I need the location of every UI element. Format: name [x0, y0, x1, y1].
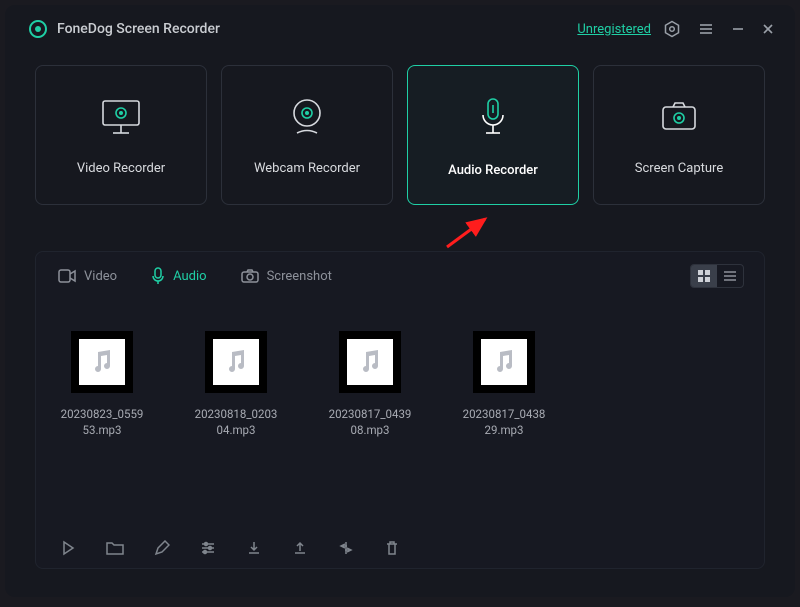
tab-screenshot[interactable]: Screenshot	[241, 269, 332, 284]
list-icon	[723, 269, 737, 283]
mode-label: Audio Recorder	[448, 163, 538, 178]
file-name: 20230818_0203 04.mp3	[195, 407, 278, 438]
webcam-icon	[283, 95, 331, 139]
file-thumbnail	[339, 331, 401, 393]
file-item[interactable]: 20230818_0203 04.mp3	[188, 331, 284, 438]
mic-small-icon	[151, 267, 165, 285]
mode-label: Screen Capture	[635, 161, 723, 176]
grid-icon	[697, 269, 711, 283]
library-panel: Video Audio Screenshot	[35, 251, 765, 569]
mode-video-recorder[interactable]: Video Recorder	[35, 65, 207, 205]
window-controls	[663, 20, 775, 38]
tab-audio[interactable]: Audio	[151, 267, 206, 285]
file-thumbnail	[205, 331, 267, 393]
mode-selector: Video Recorder Webcam Recorder Audio Rec…	[5, 53, 795, 205]
file-item[interactable]: 20230817_0439 08.mp3	[322, 331, 418, 438]
titlebar: FoneDog Screen Recorder Unregistered	[5, 5, 795, 53]
minimize-button[interactable]	[731, 22, 745, 36]
mode-webcam-recorder[interactable]: Webcam Recorder	[221, 65, 393, 205]
edit-icon[interactable]	[154, 540, 170, 556]
download-icon[interactable]	[246, 540, 262, 556]
camera-icon	[655, 95, 703, 139]
library-toolbar	[36, 528, 764, 568]
file-item[interactable]: 20230817_0438 29.mp3	[456, 331, 552, 438]
file-thumbnail	[71, 331, 133, 393]
settings-icon[interactable]	[663, 20, 681, 38]
video-icon	[58, 269, 76, 283]
list-view-button[interactable]	[717, 265, 743, 287]
file-name: 20230823_0559 53.mp3	[61, 407, 144, 438]
logo-icon	[29, 20, 47, 38]
file-name: 20230817_0438 29.mp3	[463, 407, 546, 438]
play-icon[interactable]	[60, 540, 76, 556]
close-button[interactable]	[761, 22, 775, 36]
app-window: FoneDog Screen Recorder Unregistered	[5, 5, 795, 597]
music-note-icon	[356, 348, 384, 376]
microphone-icon	[469, 93, 517, 141]
mode-label: Webcam Recorder	[254, 161, 360, 176]
mode-label: Video Recorder	[77, 161, 165, 176]
share-icon[interactable]	[292, 540, 308, 556]
annotation-arrow-icon	[441, 213, 497, 253]
file-name: 20230817_0439 08.mp3	[329, 407, 412, 438]
brand: FoneDog Screen Recorder	[29, 20, 220, 38]
music-note-icon	[222, 348, 250, 376]
mode-screen-capture[interactable]: Screen Capture	[593, 65, 765, 205]
sliders-icon[interactable]	[200, 540, 216, 556]
convert-icon[interactable]	[338, 540, 354, 556]
menu-icon[interactable]	[697, 20, 715, 38]
monitor-icon	[97, 95, 145, 139]
files-grid: 20230823_0559 53.mp3 20230818_0203 04.mp…	[36, 303, 764, 438]
grid-view-button[interactable]	[691, 265, 717, 287]
file-thumbnail	[473, 331, 535, 393]
library-tabs: Video Audio Screenshot	[36, 252, 764, 303]
music-note-icon	[88, 348, 116, 376]
view-switch	[690, 264, 744, 288]
file-item[interactable]: 20230823_0559 53.mp3	[54, 331, 150, 438]
camera-small-icon	[241, 269, 259, 283]
register-link[interactable]: Unregistered	[577, 22, 651, 37]
app-title: FoneDog Screen Recorder	[57, 21, 220, 37]
music-note-icon	[490, 348, 518, 376]
tab-video[interactable]: Video	[58, 269, 117, 284]
folder-icon[interactable]	[106, 540, 124, 556]
tab-label: Screenshot	[267, 269, 332, 284]
mode-audio-recorder[interactable]: Audio Recorder	[407, 65, 579, 205]
trash-icon[interactable]	[384, 540, 400, 556]
tab-label: Video	[84, 269, 117, 284]
tab-label: Audio	[173, 269, 206, 284]
